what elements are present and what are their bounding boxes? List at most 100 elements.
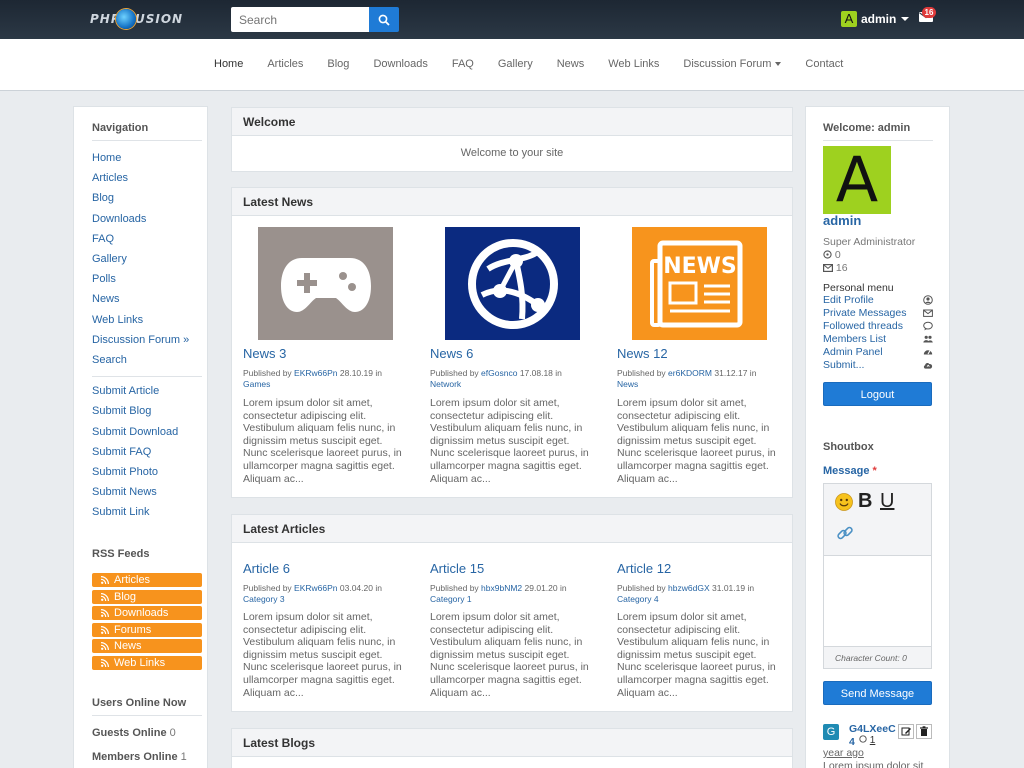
- nav-discussion-forum[interactable]: Discussion Forum: [683, 58, 782, 70]
- rss-feed-forums[interactable]: Forums: [92, 622, 202, 637]
- author-link[interactable]: EKRw66Pn: [294, 368, 337, 378]
- shout-delete-button[interactable]: [916, 724, 932, 739]
- news-meta: Published by er6KDORM 31.12.17 in News: [617, 368, 787, 390]
- nav-downloads[interactable]: Downloads: [373, 58, 427, 70]
- sidebar-link-faq[interactable]: FAQ: [92, 229, 202, 249]
- sidebar-link-web-links[interactable]: Web Links: [92, 310, 202, 330]
- nav-web-links[interactable]: Web Links: [608, 58, 659, 70]
- category-link[interactable]: News: [617, 379, 638, 389]
- menu-admin-panel[interactable]: Admin Panel: [823, 346, 933, 359]
- nav-faq[interactable]: FAQ: [452, 58, 474, 70]
- news-excerpt: Lorem ipsum dolor sit amet, consectetur …: [617, 397, 776, 485]
- smiley-icon[interactable]: [835, 493, 853, 511]
- sidebar-link-search[interactable]: Search: [92, 350, 202, 370]
- news-title[interactable]: News 6: [430, 346, 473, 361]
- sidebar-link-news[interactable]: News: [92, 289, 202, 309]
- article-title[interactable]: Article 6: [243, 561, 290, 576]
- category-link[interactable]: Category 3: [243, 594, 285, 604]
- required-marker: *: [872, 465, 877, 477]
- left-sidebar: Navigation Home Articles Blog Downloads …: [73, 106, 208, 768]
- menu-private-messages[interactable]: Private Messages: [823, 307, 933, 320]
- sidebar-link-submit-download[interactable]: Submit Download: [92, 422, 202, 442]
- user-name: admin: [861, 12, 897, 26]
- latest-articles-title: Latest Articles: [232, 515, 792, 543]
- author-link[interactable]: EKRw66Pn: [294, 583, 337, 593]
- sidebar-link-submit-photo[interactable]: Submit Photo: [92, 462, 202, 482]
- article-title[interactable]: Article 15: [430, 561, 484, 576]
- sidebar-link-submit-faq[interactable]: Submit FAQ: [92, 442, 202, 462]
- user-avatar-large[interactable]: A: [823, 146, 891, 214]
- author-link[interactable]: er6KDORM: [668, 368, 712, 378]
- trash-icon: [920, 726, 928, 736]
- publish-date: 03.04.20 in: [339, 583, 382, 593]
- sidebar-link-submit-article[interactable]: Submit Article: [92, 381, 202, 401]
- send-message-button[interactable]: Send Message: [823, 681, 932, 705]
- sidebar-link-submit-link[interactable]: Submit Link: [92, 502, 202, 522]
- welcome-title: Welcome: [232, 108, 792, 136]
- dashboard-icon: [923, 350, 933, 355]
- sidebar-link-home[interactable]: Home: [92, 148, 202, 168]
- rss-feed-articles[interactable]: Articles: [92, 573, 202, 587]
- message-count-badge: 16: [922, 7, 936, 18]
- rss-feed-news[interactable]: News: [92, 639, 202, 654]
- menu-edit-profile[interactable]: Edit Profile: [823, 294, 933, 307]
- guests-online-label: Guests Online: [92, 727, 167, 739]
- rss-icon: [101, 576, 109, 584]
- search-button[interactable]: [369, 7, 399, 32]
- nav-gallery[interactable]: Gallery: [498, 58, 533, 70]
- category-link[interactable]: Category 4: [617, 594, 659, 604]
- menu-submit[interactable]: Submit...: [823, 359, 933, 372]
- sidebar-link-discussion-forum[interactable]: Discussion Forum »: [92, 330, 202, 350]
- sidebar-link-polls[interactable]: Polls: [92, 269, 202, 289]
- news-excerpt: Lorem ipsum dolor sit amet, consectetur …: [430, 397, 589, 485]
- sidebar-link-articles[interactable]: Articles: [92, 168, 202, 188]
- published-label: Published by: [617, 368, 666, 378]
- sidebar-link-submit-blog[interactable]: Submit Blog: [92, 401, 202, 421]
- menu-followed-threads[interactable]: Followed threads: [823, 320, 933, 333]
- news-title[interactable]: News 3: [243, 346, 286, 361]
- nav-contact[interactable]: Contact: [805, 58, 843, 70]
- nav-articles[interactable]: Articles: [267, 58, 303, 70]
- category-link[interactable]: Network: [430, 379, 461, 389]
- underline-button[interactable]: U: [880, 490, 894, 513]
- navigation-list: Home Articles Blog Downloads FAQ Gallery…: [92, 148, 202, 523]
- shout-avatar[interactable]: G: [823, 724, 839, 740]
- news-image[interactable]: NEWS: [632, 227, 767, 340]
- rss-feed-web-links[interactable]: Web Links: [92, 655, 202, 670]
- shout-message-textarea[interactable]: [824, 556, 931, 646]
- profile-name[interactable]: admin: [823, 213, 861, 228]
- sidebar-link-downloads[interactable]: Downloads: [92, 209, 202, 229]
- site-logo[interactable]: PHP FUSION: [88, 8, 200, 30]
- user-dropdown[interactable]: A admin: [841, 10, 910, 28]
- author-link[interactable]: efGosnco: [481, 368, 517, 378]
- bold-button[interactable]: B: [858, 490, 872, 513]
- news-title[interactable]: News 12: [617, 346, 668, 361]
- nav-home[interactable]: Home: [214, 58, 243, 70]
- menu-members-list[interactable]: Members List: [823, 333, 933, 346]
- logout-button[interactable]: Logout: [823, 382, 932, 406]
- sidebar-link-submit-news[interactable]: Submit News: [92, 482, 202, 502]
- link-icon[interactable]: [836, 524, 854, 542]
- rss-label: Web Links: [114, 656, 166, 669]
- article-excerpt: Lorem ipsum dolor sit amet, consectetur …: [430, 611, 589, 699]
- category-link[interactable]: Category 1: [430, 594, 472, 604]
- shout-edit-button[interactable]: [898, 724, 914, 739]
- news-image[interactable]: [258, 227, 393, 340]
- nav-blog[interactable]: Blog: [327, 58, 349, 70]
- gamepad-icon: [280, 257, 371, 312]
- sidebar-link-gallery[interactable]: Gallery: [92, 249, 202, 269]
- users-online-heading: Users Online Now: [92, 697, 202, 716]
- news-image[interactable]: [445, 227, 580, 340]
- article-meta: Published by EKRw66Pn 03.04.20 in Catego…: [243, 583, 413, 605]
- category-link[interactable]: Games: [243, 379, 270, 389]
- rss-feed-blog[interactable]: Blog: [92, 589, 202, 604]
- author-link[interactable]: hbx9bNM2: [481, 583, 522, 593]
- article-title[interactable]: Article 12: [617, 561, 671, 576]
- rss-feed-downloads[interactable]: Downloads: [92, 606, 202, 621]
- sidebar-link-blog[interactable]: Blog: [92, 188, 202, 208]
- search-input[interactable]: [231, 7, 369, 32]
- publish-date: 17.08.18 in: [519, 368, 562, 378]
- welcome-user-heading: Welcome: admin: [823, 122, 933, 141]
- nav-news[interactable]: News: [557, 58, 585, 70]
- author-link[interactable]: hbzw6dGX: [668, 583, 710, 593]
